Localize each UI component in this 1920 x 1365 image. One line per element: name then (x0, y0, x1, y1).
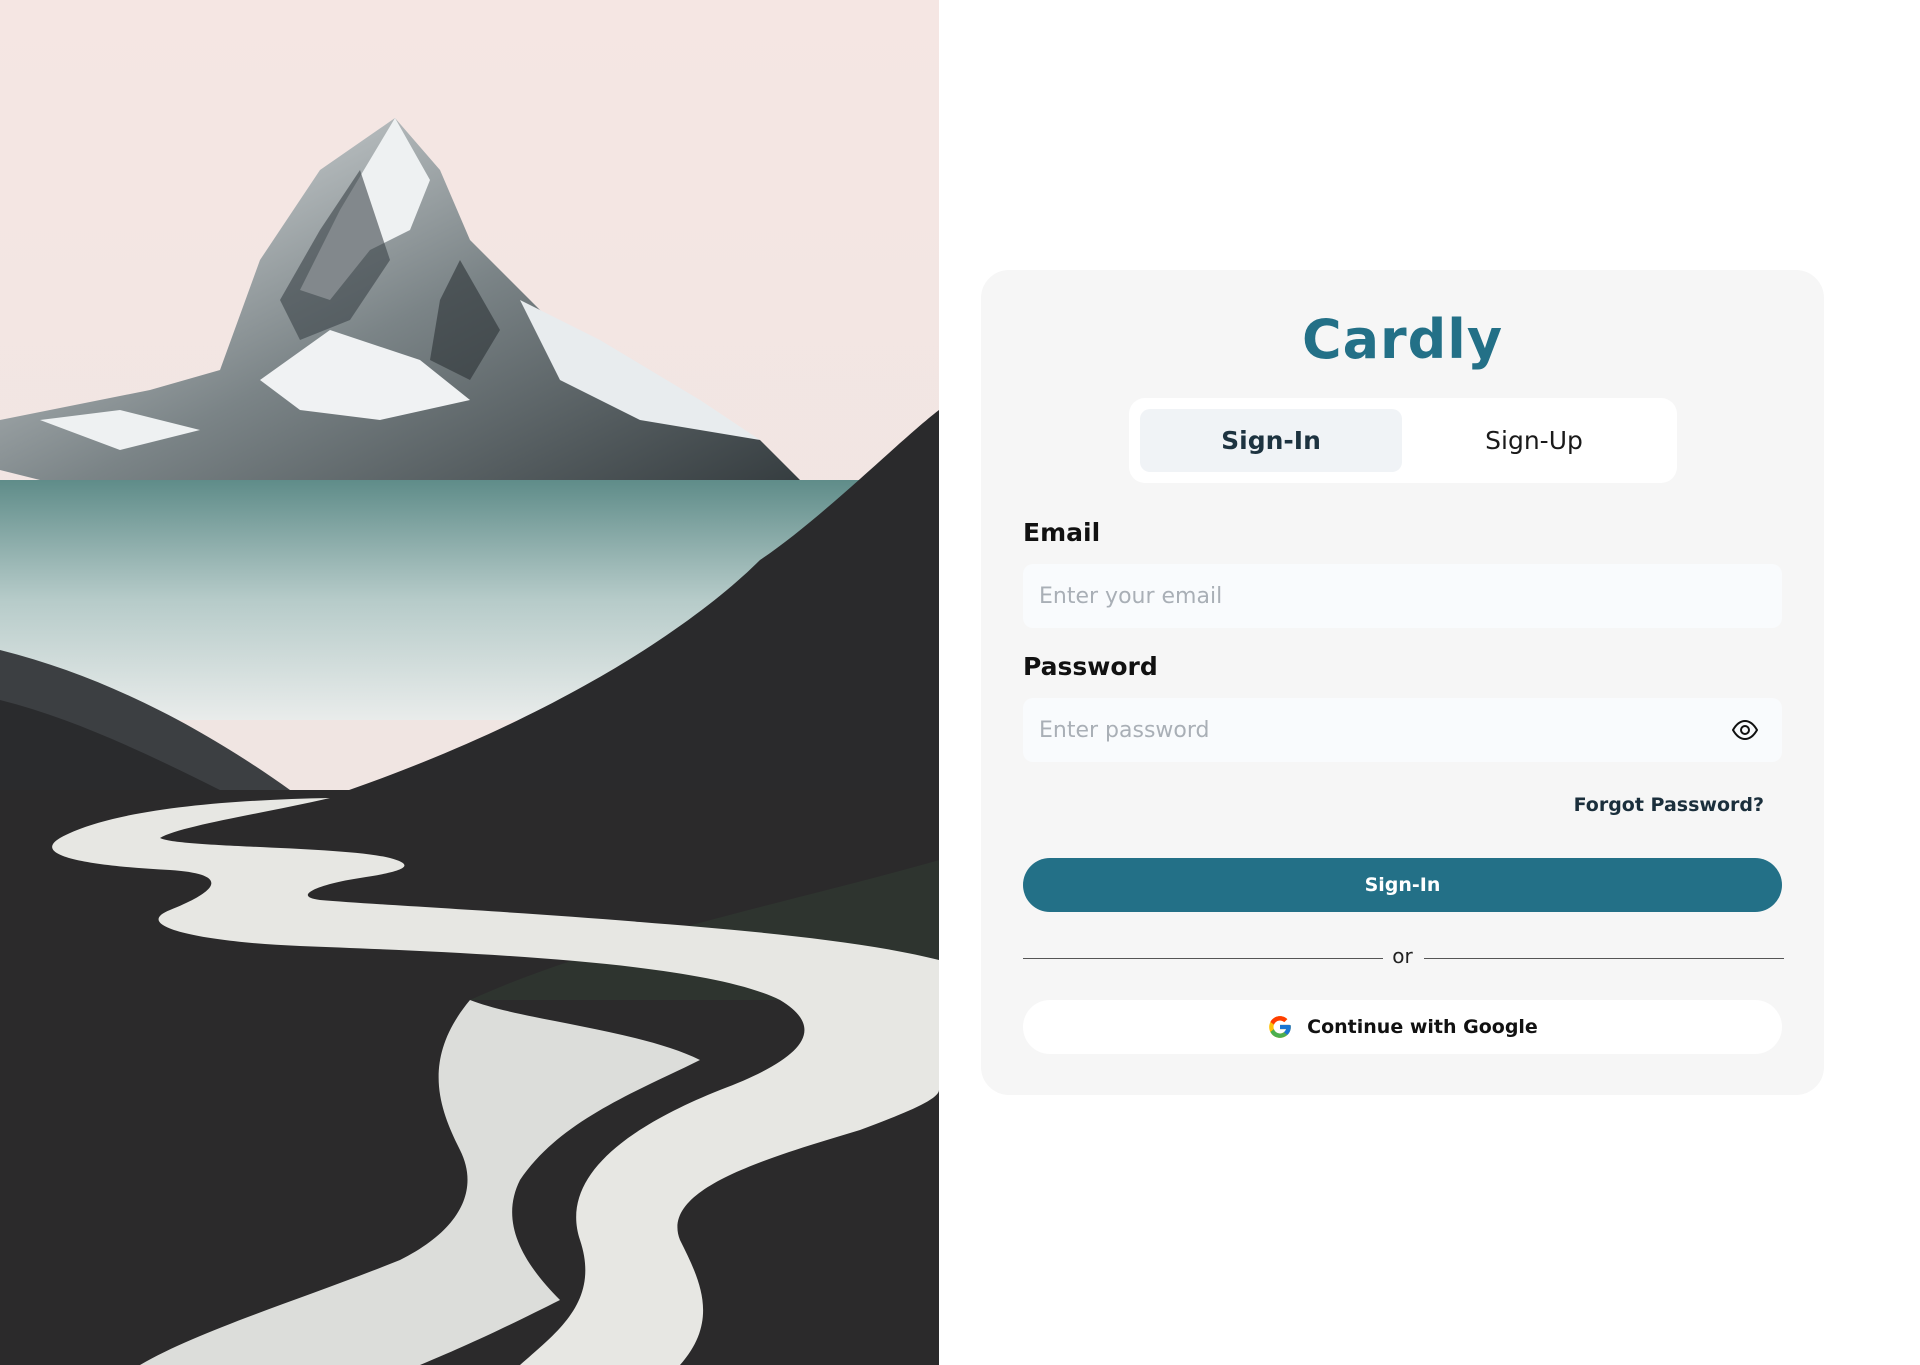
email-field-wrapper (1023, 564, 1782, 628)
mountain-landscape-illustration (0, 0, 939, 1365)
tab-sign-in[interactable]: Sign-In (1140, 409, 1402, 472)
hero-image (0, 0, 939, 1365)
password-label: Password (1023, 652, 1158, 681)
tab-sign-up[interactable]: Sign-Up (1403, 409, 1665, 472)
auth-card: Cardly Sign-In Sign-Up Email Password Fo… (981, 270, 1824, 1095)
google-icon (1269, 1016, 1291, 1038)
login-page: Cardly Sign-In Sign-Up Email Password Fo… (0, 0, 1920, 1365)
auth-tabs: Sign-In Sign-Up (1129, 398, 1677, 483)
divider-line-right (1424, 958, 1784, 959)
email-field[interactable] (1023, 564, 1782, 628)
continue-with-google-button[interactable]: Continue with Google (1023, 1000, 1782, 1054)
sign-in-button[interactable]: Sign-In (1023, 858, 1782, 912)
password-field[interactable] (1023, 698, 1782, 762)
forgot-password-link[interactable]: Forgot Password? (1574, 794, 1764, 816)
eye-icon[interactable] (1732, 718, 1758, 742)
email-label: Email (1023, 518, 1101, 547)
password-field-wrapper (1023, 698, 1782, 762)
google-button-label: Continue with Google (1307, 1016, 1538, 1038)
divider-or-text: or (1392, 944, 1413, 968)
brand-logo: Cardly (1301, 308, 1504, 371)
